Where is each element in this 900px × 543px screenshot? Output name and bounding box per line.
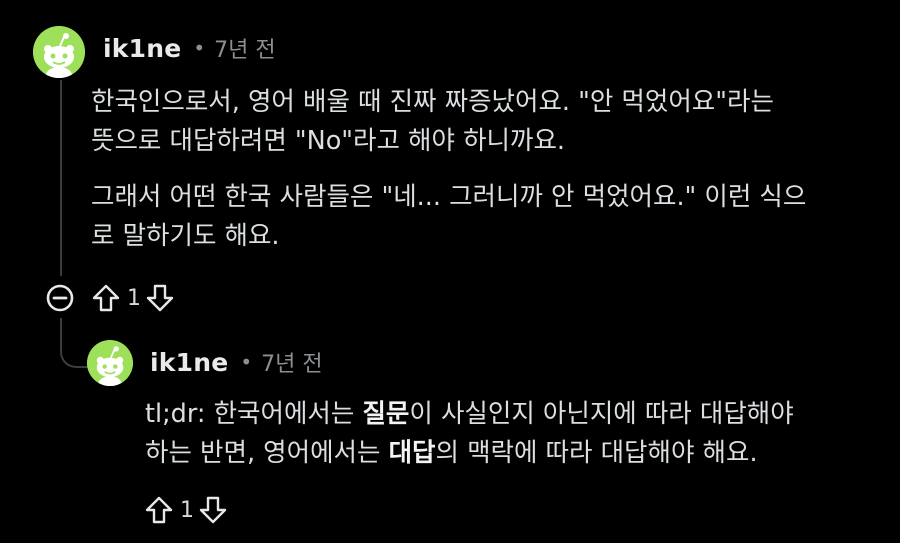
comment-paragraph: 그래서 어떤 한국 사람들은 "네... 그러니까 안 먹었어요." 이런 식으…	[91, 178, 806, 256]
reddit-snoo-icon	[33, 26, 85, 78]
downvote-button[interactable]	[145, 283, 175, 313]
comment-actions: 1	[144, 495, 228, 525]
comment-body: tl;dr: 한국어에서는 질문이 사실인지 아닌지에 따라 대답해야 하는 반…	[145, 395, 794, 473]
vote-count: 1	[127, 285, 141, 311]
comment-line: 하는 반면, 영어에서는 대답의 맥락에 따라 대답해야 해요.	[145, 438, 758, 468]
username[interactable]: ik1ne	[150, 348, 228, 377]
separator-dot: •	[240, 350, 253, 374]
comment-line: 뜻으로 대답하려면 "No"라고 해야 하니까요.	[91, 126, 566, 156]
comment-body: 한국인으로서, 영어 배울 때 진짜 짜증났어요. "안 먹었어요"라는 뜻으로…	[91, 83, 806, 256]
text-segment: 의 맥락에 따라 대답해야 해요.	[435, 438, 758, 468]
bold-text: 질문	[362, 399, 410, 429]
vote-count: 1	[180, 497, 194, 523]
upvote-arrow-icon	[92, 284, 120, 312]
user-avatar[interactable]	[33, 26, 85, 78]
reddit-snoo-icon	[87, 340, 133, 386]
comment-line: tl;dr: 한국어에서는 질문이 사실인지 아닌지에 따라 대답해야	[145, 399, 794, 429]
comment-paragraph: 한국인으로서, 영어 배울 때 진짜 짜증났어요. "안 먹었어요"라는 뜻으로…	[91, 83, 806, 161]
text-segment: 하는 반면, 영어에서는	[145, 438, 389, 468]
downvote-arrow-icon	[146, 284, 174, 312]
bold-text: 대답	[388, 438, 436, 468]
separator-dot: •	[193, 36, 206, 60]
comment-header: ik1ne • 7년 전	[150, 346, 323, 378]
collapse-button[interactable]	[45, 283, 75, 313]
upvote-arrow-icon	[145, 496, 173, 524]
comment-thread: ik1ne • 7년 전 한국인으로서, 영어 배울 때 진짜 짜증났어요. "…	[0, 0, 900, 543]
comment-line: 그래서 어떤 한국 사람들은 "네... 그러니까 안 먹었어요." 이런 식으	[91, 182, 807, 212]
comment-actions: 1	[45, 283, 175, 313]
timestamp: 7년 전	[214, 38, 276, 63]
text-segment: 이 사실인지 아닌지에 따라 대답해야	[409, 399, 794, 429]
upvote-button[interactable]	[144, 495, 174, 525]
user-avatar[interactable]	[87, 340, 133, 386]
thread-line	[60, 80, 62, 276]
collapse-minus-icon	[46, 284, 74, 312]
comment-header: ik1ne • 7년 전	[103, 32, 276, 64]
timestamp: 7년 전	[261, 352, 323, 377]
downvote-arrow-icon	[199, 496, 227, 524]
downvote-button[interactable]	[198, 495, 228, 525]
comment-paragraph: tl;dr: 한국어에서는 질문이 사실인지 아닌지에 따라 대답해야 하는 반…	[145, 395, 794, 473]
comment-line: 로 말하기도 해요.	[91, 221, 280, 251]
username[interactable]: ik1ne	[103, 34, 181, 63]
comment-line: 한국인으로서, 영어 배울 때 진짜 짜증났어요. "안 먹었어요"라는	[91, 87, 774, 117]
upvote-button[interactable]	[91, 283, 121, 313]
text-segment: tl;dr: 한국어에서는	[145, 399, 363, 429]
reply-connector-line	[60, 318, 88, 368]
